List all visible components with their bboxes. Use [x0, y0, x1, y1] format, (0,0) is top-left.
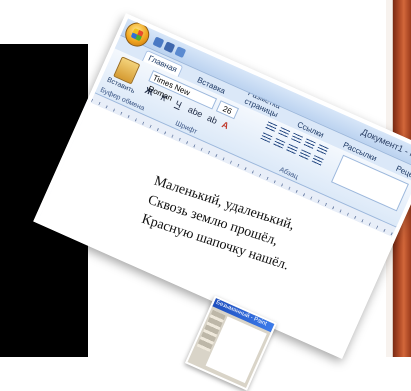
line-spacing-icon[interactable] [311, 155, 324, 167]
undo-icon[interactable] [163, 40, 176, 53]
justify-icon[interactable] [298, 149, 311, 161]
highlight-icon[interactable]: ab [206, 113, 219, 126]
align-left-icon[interactable] [260, 132, 273, 144]
align-center-icon[interactable] [272, 138, 286, 150]
increase-indent-icon[interactable] [316, 144, 329, 156]
underline-button[interactable]: Ч [172, 98, 185, 111]
redo-icon[interactable] [174, 45, 187, 58]
save-icon[interactable] [152, 35, 165, 48]
strikethrough-button[interactable]: abe [186, 104, 204, 119]
bullets-icon[interactable] [265, 121, 278, 133]
align-right-icon[interactable] [285, 143, 299, 156]
decrease-indent-icon[interactable] [303, 138, 316, 150]
font-color-button[interactable]: A [220, 119, 230, 131]
multilevel-icon[interactable] [290, 132, 303, 145]
numbering-icon[interactable] [277, 127, 291, 139]
